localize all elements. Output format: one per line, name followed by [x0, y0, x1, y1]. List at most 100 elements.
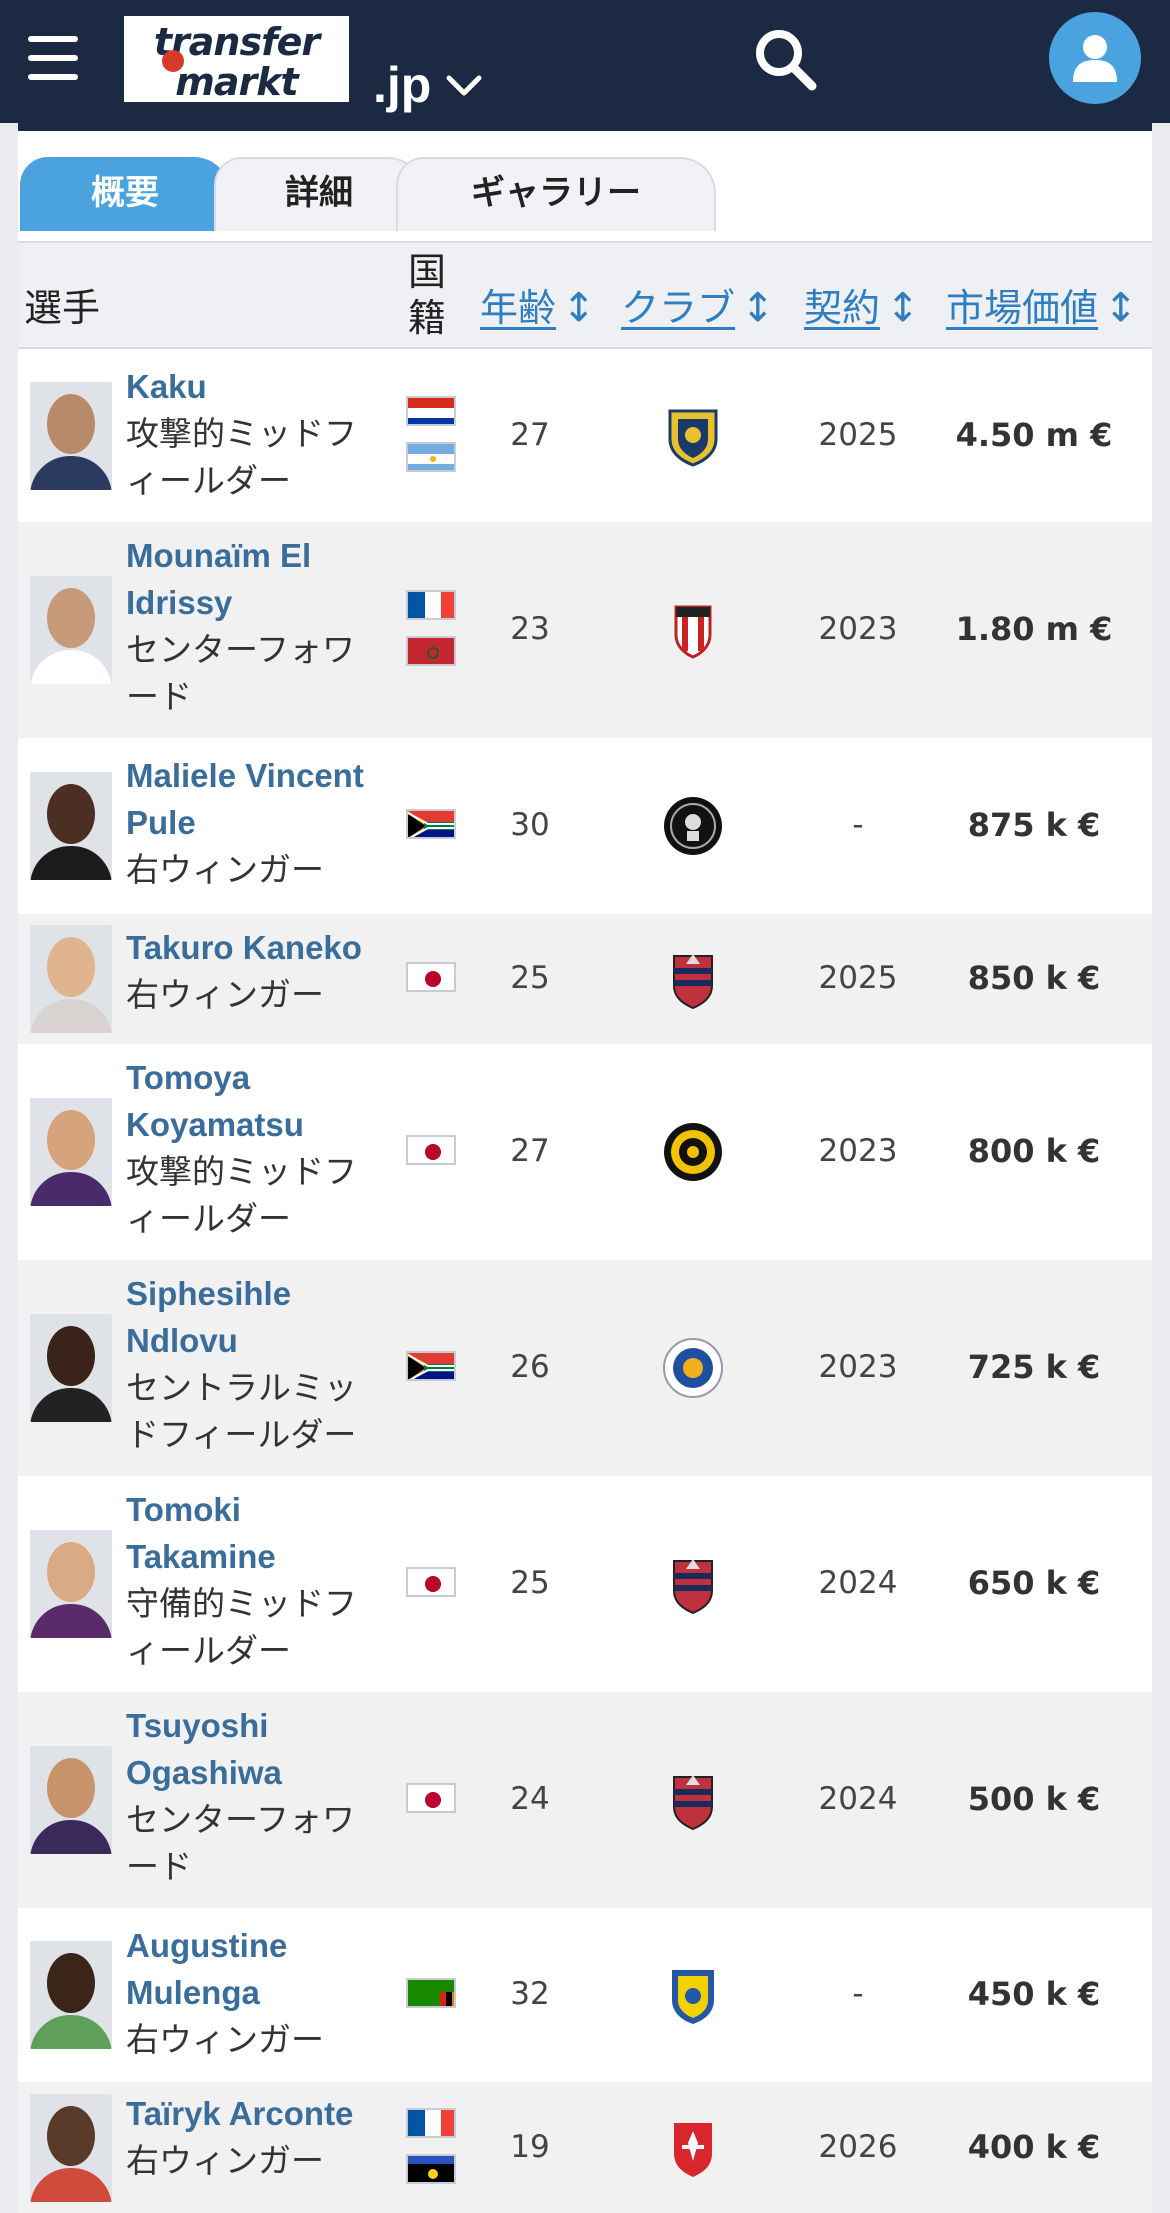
- player-info: Takuro Kaneko 右ウィンガー: [126, 924, 386, 1018]
- column-market-value[interactable]: 市場価値 ↕: [946, 277, 1138, 332]
- table-header: 選手 国籍 年齢 ↕ クラブ ↕ 契約 ↕ 市場価値 ↕: [18, 243, 1152, 349]
- flag-paraguay-icon[interactable]: [406, 396, 456, 426]
- crest-yellow-blue-icon[interactable]: [662, 1964, 724, 2026]
- player-info: Kaku 攻撃的ミッドフィールダー: [126, 363, 386, 504]
- player-photo[interactable]: [30, 576, 112, 684]
- player-position: 右ウィンガー: [126, 850, 324, 889]
- player-position: 守備的ミッドフィールダー: [126, 1584, 357, 1670]
- table-row: Maliele Vincent Pule 右ウィンガー 30 - 875 k €: [18, 738, 1152, 914]
- player-photo[interactable]: [30, 1314, 112, 1422]
- logo-word-top: transfer: [153, 20, 320, 64]
- crest-consadole-icon[interactable]: [662, 1553, 724, 1615]
- market-value: 450 k €: [967, 1975, 1101, 2013]
- chevron-down-icon[interactable]: [446, 70, 482, 100]
- crest-red-shield-icon[interactable]: [662, 2117, 724, 2179]
- player-info: Mounaïm El Idrissy センターフォワード: [126, 532, 386, 720]
- player-photo[interactable]: [30, 2094, 112, 2202]
- player-name-link[interactable]: Maliele Vincent Pule: [126, 752, 386, 846]
- flag-japan-icon[interactable]: [406, 1135, 456, 1165]
- column-market-value-link[interactable]: 市場価値: [946, 286, 1098, 330]
- user-account-button[interactable]: [1049, 12, 1141, 104]
- player-age: 26: [510, 1349, 550, 1385]
- flag-japan-icon[interactable]: [406, 962, 456, 992]
- player-age: 32: [510, 1976, 550, 2012]
- country-domain-selector[interactable]: .jp: [373, 56, 431, 114]
- player-name-link[interactable]: Tsuyoshi Ogashiwa: [126, 1702, 386, 1796]
- market-value: 800 k €: [967, 1132, 1101, 1170]
- column-age-link[interactable]: 年齢: [480, 286, 556, 330]
- player-name-link[interactable]: Kaku: [126, 363, 386, 410]
- player-age: 24: [510, 1781, 550, 1817]
- flag-japan-icon[interactable]: [406, 1783, 456, 1813]
- flag-france-icon[interactable]: [406, 2108, 456, 2138]
- tab-gallery[interactable]: ギャラリー: [396, 157, 716, 231]
- market-value: 4.50 m €: [955, 416, 1113, 454]
- contract-expiry: 2025: [818, 960, 898, 996]
- market-value: 500 k €: [967, 1780, 1101, 1818]
- player-photo[interactable]: [30, 925, 112, 1033]
- crest-red-white-icon[interactable]: [662, 599, 724, 661]
- top-navigation-bar: transfer markt .jp: [0, 0, 1170, 123]
- hamburger-menu-icon[interactable]: [28, 36, 78, 80]
- player-name-link[interactable]: Augustine Mulenga: [126, 1922, 386, 2016]
- crest-consadole-icon[interactable]: [662, 1769, 724, 1831]
- player-age: 27: [510, 417, 550, 453]
- player-info: Augustine Mulenga 右ウィンガー: [126, 1922, 386, 2063]
- column-club-link[interactable]: クラブ: [621, 286, 735, 330]
- player-age: 25: [510, 1565, 550, 1601]
- player-name-link[interactable]: Siphesihle Ndlovu: [126, 1270, 386, 1364]
- column-club[interactable]: クラブ ↕: [621, 277, 775, 332]
- crest-consadole-icon[interactable]: [662, 948, 724, 1010]
- sort-icon[interactable]: ↕: [1104, 285, 1138, 331]
- player-info: Tomoki Takamine 守備的ミッドフィールダー: [126, 1486, 386, 1674]
- player-position: 右ウィンガー: [126, 975, 324, 1014]
- player-info: Siphesihle Ndlovu セントラルミッドフィールダー: [126, 1270, 386, 1458]
- column-contract-link[interactable]: 契約: [804, 286, 880, 330]
- crest-shield-yellow-icon[interactable]: [662, 405, 724, 467]
- table-row: Tomoya Koyamatsu 攻撃的ミッドフィールダー 27 2023 800 k …: [18, 1044, 1152, 1260]
- flag-france-icon[interactable]: [406, 590, 456, 620]
- player-name-link[interactable]: Tomoki Takamine: [126, 1486, 386, 1580]
- tab-detail[interactable]: 詳細: [214, 157, 424, 231]
- contract-expiry: 2023: [818, 1349, 898, 1385]
- sort-icon[interactable]: ↕: [562, 285, 596, 331]
- player-position: センターフォワード: [126, 1800, 356, 1886]
- crest-blue-round-icon[interactable]: [662, 1337, 724, 1399]
- contract-expiry: -: [852, 1976, 864, 2012]
- column-player: 選手: [24, 286, 101, 330]
- tab-overview[interactable]: 概要: [20, 157, 230, 231]
- column-contract[interactable]: 契約 ↕: [804, 277, 920, 332]
- player-position: セントラルミッドフィールダー: [126, 1368, 357, 1454]
- player-photo[interactable]: [30, 382, 112, 490]
- player-position: 右ウィンガー: [126, 2141, 324, 2180]
- flag-south-africa-icon[interactable]: [406, 809, 456, 839]
- player-name-link[interactable]: Takuro Kaneko: [126, 924, 386, 971]
- column-age[interactable]: 年齢 ↕: [480, 277, 596, 332]
- transfermarkt-logo[interactable]: transfer markt: [121, 13, 352, 105]
- sort-icon[interactable]: ↕: [741, 285, 775, 331]
- crest-black-round-icon[interactable]: [662, 795, 724, 857]
- crest-yellow-black-round-icon[interactable]: [662, 1121, 724, 1183]
- player-photo[interactable]: [30, 772, 112, 880]
- contract-expiry: 2024: [818, 1781, 898, 1817]
- column-nationality: 国籍: [408, 250, 447, 340]
- player-info: Taïryk Arconte 右ウィンガー: [126, 2090, 386, 2184]
- player-photo[interactable]: [30, 1746, 112, 1854]
- player-photo[interactable]: [30, 1098, 112, 1206]
- player-photo[interactable]: [30, 1530, 112, 1638]
- flag-zambia-icon[interactable]: [406, 1978, 456, 2008]
- player-name-link[interactable]: Taïryk Arconte: [126, 2090, 386, 2137]
- flag-morocco-icon[interactable]: [406, 636, 456, 666]
- flag-south-africa-icon[interactable]: [406, 1351, 456, 1381]
- flag-japan-icon[interactable]: [406, 1567, 456, 1597]
- player-name-link[interactable]: Mounaïm El Idrissy: [126, 532, 386, 626]
- player-name-link[interactable]: Tomoya Koyamatsu: [126, 1054, 386, 1148]
- table-row: Taïryk Arconte 右ウィンガー 19 2026 400 k €: [18, 2082, 1152, 2213]
- flag-argentina-icon[interactable]: [406, 442, 456, 472]
- flag-guadeloupe-icon[interactable]: [406, 2154, 456, 2184]
- search-icon[interactable]: [752, 26, 818, 92]
- contract-expiry: 2026: [818, 2129, 898, 2165]
- player-photo[interactable]: [30, 1941, 112, 2049]
- sort-icon[interactable]: ↕: [886, 285, 920, 331]
- table-row: Mounaïm El Idrissy センターフォワード 23 2023 1.80 m …: [18, 522, 1152, 738]
